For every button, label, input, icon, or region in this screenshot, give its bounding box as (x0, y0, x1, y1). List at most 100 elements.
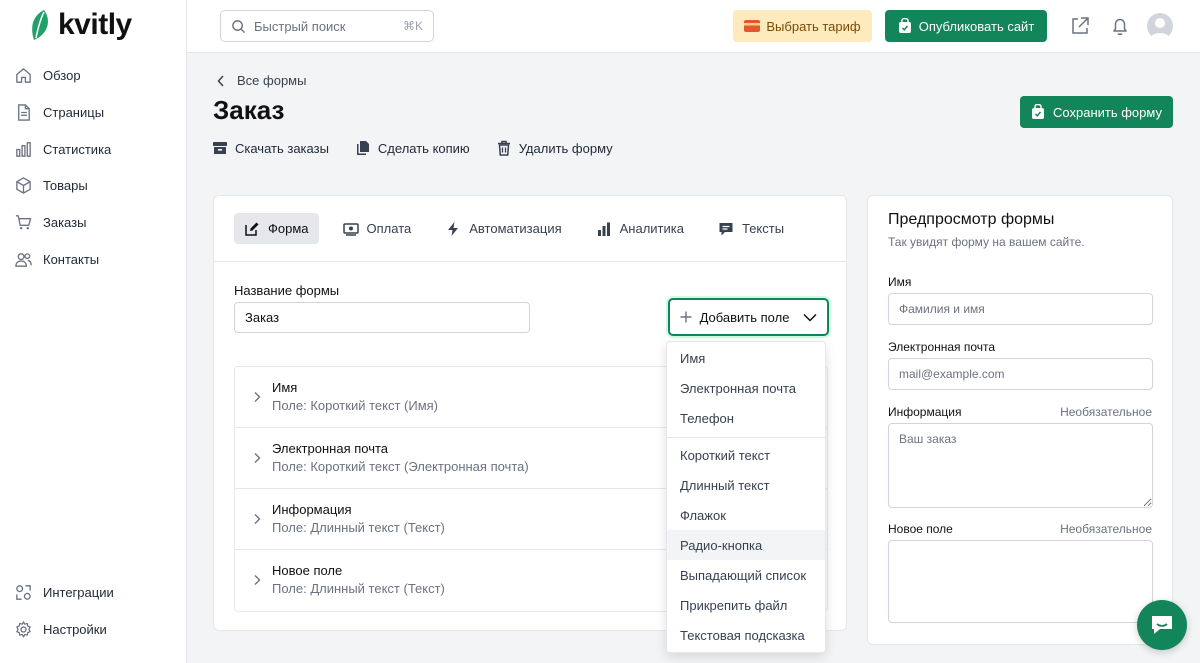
preview-label-new-field: Новое поле (888, 522, 953, 536)
download-orders-button[interactable]: Скачать заказы (212, 140, 329, 156)
credit-card-icon (744, 20, 761, 32)
duplicate-form-button[interactable]: Сделать копию (355, 140, 470, 156)
dropdown-item-name[interactable]: Имя (667, 343, 825, 373)
chevron-left-icon (217, 74, 224, 87)
search-placeholder: Быстрый поиск (254, 18, 346, 34)
top-bar: Быстрый поиск ⌘K Выбрать тариф Опубликов… (187, 0, 1200, 53)
sidebar-item-overview[interactable]: Обзор (14, 66, 81, 85)
user-avatar-icon (1150, 18, 1170, 39)
preview-new-field-textarea[interactable] (888, 540, 1153, 623)
optional-badge: Необязательное (1060, 405, 1152, 419)
plus-icon (680, 311, 692, 323)
chevron-right-icon (254, 453, 261, 463)
preview-label-name: Имя (888, 275, 912, 289)
sidebar-item-contacts[interactable]: Контакты (14, 250, 99, 269)
field-name: Электронная почта (272, 441, 389, 456)
breadcrumb[interactable]: Все формы (217, 73, 306, 88)
sidebar-item-label: Страницы (43, 105, 105, 120)
tab-form[interactable]: Форма (234, 213, 319, 244)
dropdown-item-long-text[interactable]: Длинный текст (667, 470, 825, 500)
chevron-down-icon (803, 313, 817, 322)
field-name: Информация (272, 502, 352, 517)
avatar[interactable] (1147, 13, 1173, 39)
box-icon (16, 177, 31, 194)
preview-info-textarea[interactable] (888, 423, 1153, 508)
bell-icon[interactable] (1109, 15, 1131, 37)
search-input[interactable]: Быстрый поиск ⌘K (220, 10, 434, 42)
cart-icon (15, 215, 32, 230)
logo-text: kvitly (58, 8, 132, 41)
sidebar-item-label: Контакты (43, 252, 100, 267)
sidebar-item-integrations[interactable]: Интеграции (14, 583, 114, 602)
edit-icon (245, 222, 259, 236)
chevron-right-icon (254, 392, 261, 402)
leaf-logo-icon (32, 10, 48, 40)
money-icon (342, 222, 359, 236)
bar-chart-icon (597, 222, 610, 236)
chat-button[interactable] (1137, 600, 1187, 650)
lightning-icon (448, 221, 459, 236)
field-description: Поле: Короткий текст (Электронная почта) (272, 459, 529, 474)
sidebar-item-label: Обзор (43, 68, 81, 83)
tab-label: Оплата (366, 221, 412, 236)
dropdown-item-short-text[interactable]: Короткий текст (667, 440, 825, 470)
tab-payment[interactable]: Оплата (333, 213, 422, 244)
tab-label: Форма (268, 221, 309, 236)
optional-badge: Необязательное (1060, 522, 1152, 536)
add-field-label: Добавить поле (699, 309, 790, 325)
sidebar-item-statistics[interactable]: Статистика (14, 140, 111, 159)
page-title: Заказ (213, 95, 285, 125)
preview-name-input[interactable] (888, 293, 1153, 325)
publish-site-button[interactable]: Опубликовать сайт (885, 10, 1047, 42)
form-name-input[interactable] (234, 302, 530, 333)
field-description: Поле: Короткий текст (Имя) (272, 398, 438, 413)
field-name: Новое поле (272, 563, 343, 578)
sidebar-item-products[interactable]: Товары (14, 176, 88, 195)
dropdown-item-select[interactable]: Выпадающий список (667, 560, 825, 590)
tab-automation[interactable]: Автоматизация (435, 213, 571, 244)
tab-texts[interactable]: Тексты (708, 213, 794, 244)
save-form-label: Сохранить форму (1053, 104, 1162, 120)
sidebar-item-label: Настройки (43, 622, 107, 637)
sidebar-item-label: Товары (43, 178, 88, 193)
form-tabs: Форма Оплата Автоматизация Аналитика Тек… (234, 213, 794, 244)
home-icon (16, 68, 31, 83)
preview-title: Предпросмотр формы (888, 211, 1055, 228)
preview-subtitle: Так увидят форму на вашем сайте. (888, 235, 1085, 249)
breadcrumb-label: Все формы (237, 73, 307, 88)
preview-email-input[interactable] (888, 358, 1153, 390)
archive-icon (213, 142, 227, 154)
dropdown-item-file[interactable]: Прикрепить файл (667, 590, 825, 620)
add-field-dropdown: Имя Электронная почта Телефон Короткий т… (666, 341, 826, 653)
sidebar-item-pages[interactable]: Страницы (14, 103, 104, 122)
choose-tariff-button[interactable]: Выбрать тариф (733, 10, 872, 42)
external-link-icon[interactable] (1069, 15, 1091, 37)
comment-icon (719, 222, 733, 235)
sidebar-item-orders[interactable]: Заказы (14, 213, 86, 232)
sidebar-item-settings[interactable]: Настройки (14, 620, 107, 639)
duplicate-form-label: Сделать копию (377, 140, 470, 156)
field-description: Поле: Длинный текст (Текст) (272, 520, 445, 535)
dropdown-item-email[interactable]: Электронная почта (667, 373, 825, 403)
sidebar-item-label: Интеграции (43, 585, 114, 600)
logo[interactable]: kvitly (30, 8, 132, 42)
chevron-right-icon (254, 575, 261, 585)
sidebar: kvitly Обзор Страницы Статистика Товары … (0, 0, 187, 663)
publish-bag-icon (898, 18, 911, 33)
search-icon (232, 19, 246, 33)
dropdown-item-hint[interactable]: Текстовая подсказка (667, 620, 825, 650)
save-bag-icon (1032, 104, 1045, 119)
form-name-label: Название формы (234, 283, 340, 298)
divider (214, 261, 846, 262)
add-field-button[interactable]: Добавить поле (668, 298, 829, 336)
trash-icon (497, 140, 510, 156)
sidebar-item-label: Заказы (43, 215, 87, 230)
preview-label-email: Электронная почта (888, 340, 996, 354)
dropdown-item-radio[interactable]: Радио-кнопка (667, 530, 825, 560)
dropdown-item-phone[interactable]: Телефон (667, 403, 825, 433)
delete-form-button[interactable]: Удалить форму (496, 140, 613, 156)
save-form-button[interactable]: Сохранить форму (1020, 96, 1173, 128)
chevron-right-icon (254, 514, 261, 524)
dropdown-item-checkbox[interactable]: Флажок (667, 500, 825, 530)
tab-analytics[interactable]: Аналитика (586, 213, 694, 244)
